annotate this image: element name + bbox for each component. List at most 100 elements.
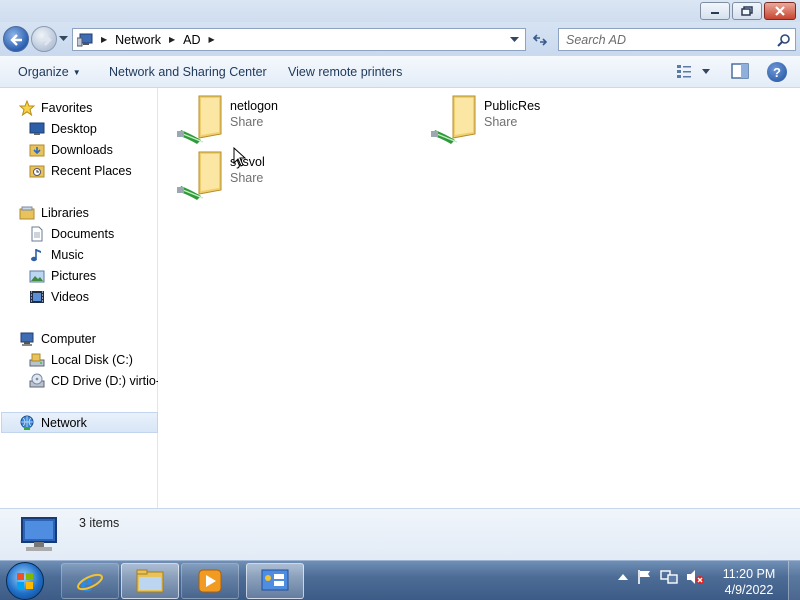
address-dropdown-icon[interactable] xyxy=(510,37,519,43)
mouse-cursor-icon xyxy=(233,147,247,167)
internet-explorer-icon: e xyxy=(77,567,103,595)
nav-recent-places[interactable]: Recent Places xyxy=(29,160,132,181)
window-controls xyxy=(700,2,796,20)
nav-downloads[interactable]: Downloads xyxy=(29,139,113,160)
nav-favorites[interactable]: Favorites xyxy=(19,97,92,118)
windows-logo-icon xyxy=(17,573,33,589)
nav-label: Favorites xyxy=(41,100,93,115)
taskbar-internet-explorer[interactable]: e xyxy=(61,563,119,599)
nav-label: Local Disk (C:) xyxy=(51,352,133,367)
show-hidden-icons-icon[interactable] xyxy=(618,573,628,581)
nav-cd-drive[interactable]: CD Drive (D:) virtio-win-0.1.2 xyxy=(29,370,158,391)
breadcrumb-arrow-icon[interactable]: ▶ xyxy=(101,35,107,44)
close-icon xyxy=(775,6,785,16)
breadcrumb-ad[interactable]: AD xyxy=(183,33,200,47)
search-box[interactable] xyxy=(558,28,796,51)
breadcrumb-network[interactable]: Network xyxy=(115,33,161,47)
documents-icon xyxy=(31,226,43,241)
minimize-icon xyxy=(711,12,719,14)
taskbar-server-manager[interactable] xyxy=(246,563,304,599)
action-center-flag-icon[interactable] xyxy=(636,569,652,585)
preview-pane-icon[interactable] xyxy=(731,63,749,79)
clock[interactable]: 11:20 PM 4/9/2022 xyxy=(717,566,781,598)
restore-icon xyxy=(741,6,753,16)
libraries-icon xyxy=(19,206,35,219)
taskbar: e 11:20 PM 4/9/2022 xyxy=(0,560,800,600)
clock-time: 11:20 PM xyxy=(722,567,776,581)
nav-label: Videos xyxy=(51,289,89,304)
search-icon[interactable] xyxy=(777,33,791,47)
breadcrumb-arrow-icon[interactable]: ▶ xyxy=(169,35,175,44)
nav-label: Documents xyxy=(51,226,115,241)
help-icon: ? xyxy=(773,64,781,80)
nav-computer[interactable]: Computer xyxy=(19,328,96,349)
volume-muted-icon[interactable] xyxy=(686,569,704,585)
navigation-pane: Favorites Desktop Downloads Recent Place… xyxy=(0,88,158,508)
taskbar-windows-explorer[interactable] xyxy=(121,563,179,599)
details-pane: 3 items xyxy=(0,508,800,560)
refresh-icon xyxy=(532,33,547,46)
address-bar[interactable]: ▶ Network ▶ AD ▶ xyxy=(72,28,526,51)
folder-icon xyxy=(136,569,164,593)
star-icon xyxy=(19,99,35,116)
search-input[interactable] xyxy=(559,29,759,50)
nav-libraries[interactable]: Libraries xyxy=(19,202,89,223)
show-desktop-button[interactable] xyxy=(788,561,800,600)
nav-music[interactable]: Music xyxy=(29,244,84,265)
share-item-netlogon[interactable]: netlogon Share xyxy=(177,94,417,146)
start-button[interactable] xyxy=(6,562,44,600)
nav-label: Pictures xyxy=(51,268,97,283)
system-tray xyxy=(618,569,704,585)
videos-icon xyxy=(30,290,44,303)
breadcrumb-arrow-icon[interactable]: ▶ xyxy=(209,35,215,44)
hard-disk-icon xyxy=(29,353,45,366)
nav-desktop[interactable]: Desktop xyxy=(29,118,97,139)
back-button[interactable] xyxy=(3,26,29,52)
share-type: Share xyxy=(484,115,518,129)
share-item-publicres[interactable]: PublicRes Share xyxy=(431,94,671,146)
restore-button[interactable] xyxy=(732,2,762,20)
forward-button[interactable] xyxy=(31,26,57,52)
help-button[interactable]: ? xyxy=(767,62,787,82)
refresh-button[interactable] xyxy=(528,28,551,51)
nav-label: CD Drive (D:) virtio-win-0.1.2 xyxy=(51,373,158,388)
change-view-button[interactable] xyxy=(676,63,710,79)
address-row: ▶ Network ▶ AD ▶ xyxy=(0,22,800,56)
share-type: Share xyxy=(230,115,264,129)
view-options-icon xyxy=(677,65,691,78)
music-icon xyxy=(31,248,41,261)
back-arrow-icon xyxy=(10,34,22,46)
nav-label: Recent Places xyxy=(51,163,132,178)
organize-label: Organize xyxy=(18,65,69,79)
taskbar-media-player[interactable] xyxy=(181,563,239,599)
network-status-icon[interactable] xyxy=(660,569,678,585)
recent-places-icon xyxy=(29,165,45,177)
chevron-down-icon: ▼ xyxy=(72,68,81,77)
nav-local-disk[interactable]: Local Disk (C:) xyxy=(29,349,133,370)
network-location-icon xyxy=(77,33,93,46)
nav-network[interactable]: Network xyxy=(1,412,158,433)
desktop-icon xyxy=(29,122,45,135)
nav-label: Computer xyxy=(41,331,96,346)
media-player-icon xyxy=(198,569,222,593)
share-item-sysvol[interactable]: sysvol Share xyxy=(177,150,417,202)
forward-arrow-icon xyxy=(40,34,52,46)
view-remote-printers-button[interactable]: View remote printers xyxy=(288,65,402,79)
computer-icon xyxy=(21,517,57,551)
nav-pictures[interactable]: Pictures xyxy=(29,265,96,286)
recent-pages-dropdown-icon[interactable] xyxy=(59,36,68,42)
network-icon xyxy=(20,415,34,430)
organize-button[interactable]: Organize ▼ xyxy=(18,65,81,79)
network-share-folder-icon xyxy=(177,95,222,144)
nav-videos[interactable]: Videos xyxy=(29,286,89,307)
server-manager-icon xyxy=(261,569,289,591)
cd-drive-icon xyxy=(29,373,45,387)
network-sharing-center-button[interactable]: Network and Sharing Center xyxy=(109,65,267,79)
nav-label: Music xyxy=(51,247,84,262)
title-bar xyxy=(0,0,800,22)
network-share-folder-icon xyxy=(177,151,222,200)
minimize-button[interactable] xyxy=(700,2,730,20)
nav-documents[interactable]: Documents xyxy=(29,223,114,244)
clock-date: 4/9/2022 xyxy=(724,583,774,597)
close-button[interactable] xyxy=(764,2,796,20)
